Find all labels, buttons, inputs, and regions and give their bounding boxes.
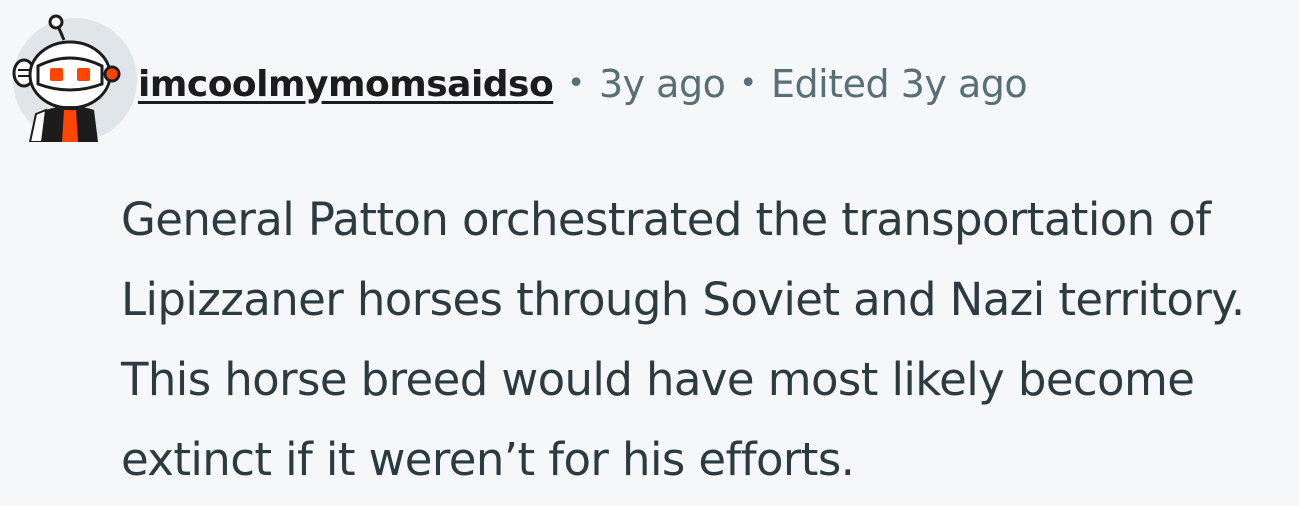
snoo-avatar-icon[interactable] bbox=[8, 10, 138, 143]
author-username-link[interactable]: imcoolmymomsaidso bbox=[138, 64, 554, 105]
comment: imcoolmymomsaidso • 3y ago • Edited 3y a… bbox=[0, 0, 1299, 506]
comment-timestamp[interactable]: 3y ago bbox=[599, 62, 726, 106]
edited-timestamp: Edited 3y ago bbox=[771, 62, 1028, 106]
meta-separator: • bbox=[739, 66, 758, 101]
comment-body-text: General Patton orchestrated the transpor… bbox=[121, 193, 1245, 486]
meta-separator: • bbox=[567, 66, 585, 101]
comment-meta: imcoolmymomsaidso • 3y ago • Edited 3y a… bbox=[138, 56, 1028, 112]
comment-body: General Patton orchestrated the transpor… bbox=[121, 180, 1296, 500]
